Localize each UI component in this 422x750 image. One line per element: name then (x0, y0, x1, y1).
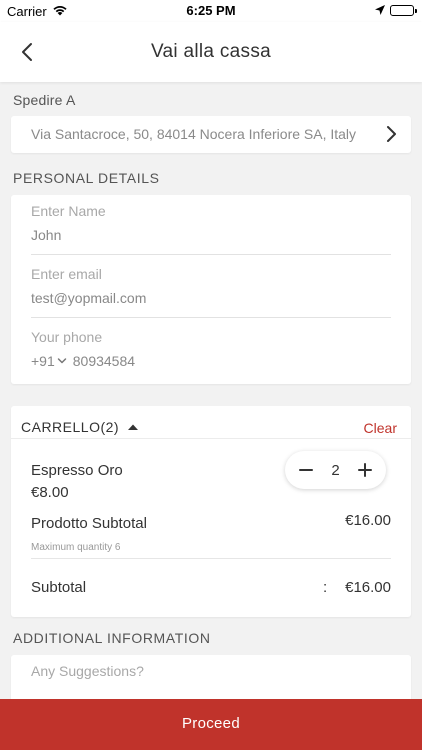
suggestions-field[interactable]: Any Suggestions? (11, 655, 411, 705)
battery-icon (390, 5, 417, 16)
increase-quantity-button[interactable] (354, 458, 376, 482)
personal-details-form: Enter Name John Enter email test@yopmail… (11, 195, 411, 384)
chevron-right-icon (385, 125, 397, 148)
phone-field[interactable]: Your phone +91 80934584 (31, 325, 391, 381)
clear-cart-button[interactable]: Clear (364, 420, 397, 436)
subtotal-value: €16.00 (345, 579, 391, 596)
subtotal-label: Subtotal (31, 579, 87, 596)
item-name: Espresso Oro (31, 462, 123, 479)
status-bar: Carrier 6:25 PM (0, 0, 422, 22)
clock: 6:25 PM (186, 3, 236, 18)
country-code-selector[interactable]: +91 (31, 353, 67, 369)
cart-header: CARRELLO(2) Clear (11, 406, 411, 439)
phone-row: +91 80934584 (31, 353, 135, 369)
navigation-bar: Vai alla cassa (0, 22, 422, 82)
field-divider (31, 254, 391, 255)
additional-information-heading: ADDITIONAL INFORMATION (13, 630, 211, 646)
subtotal-separator: : (323, 579, 328, 596)
phone-placeholder: Your phone (31, 329, 103, 345)
email-placeholder: Enter email (31, 266, 102, 282)
proceed-button[interactable]: Proceed (0, 699, 422, 750)
name-field[interactable]: Enter Name John (31, 199, 391, 255)
page-title: Vai alla cassa (150, 41, 272, 62)
caret-up-icon (128, 424, 139, 430)
divider (31, 558, 391, 559)
cart-card: CARRELLO(2) Clear Espresso Oro €8.00 2 P… (11, 406, 411, 617)
cart-title: CARRELLO(2) (21, 419, 120, 435)
quantity-stepper: 2 (285, 451, 386, 489)
email-field[interactable]: Enter email test@yopmail.com (31, 262, 391, 318)
product-subtotal-label: Prodotto Subtotal (31, 515, 147, 532)
item-price: €8.00 (31, 484, 69, 501)
plus-icon (358, 463, 372, 477)
email-value[interactable]: test@yopmail.com (31, 290, 146, 306)
shipping-address: Via Santacroce, 50, 84014 Nocera Inferio… (31, 126, 357, 142)
phone-number[interactable]: 80934584 (73, 353, 135, 369)
name-value[interactable]: John (31, 227, 61, 243)
product-subtotal-value: €16.00 (345, 512, 391, 529)
suggestions-placeholder: Any Suggestions? (31, 663, 144, 679)
location-arrow-icon (374, 4, 386, 19)
chevron-down-icon (57, 358, 66, 364)
country-code: +91 (31, 353, 55, 369)
ship-to-label: Spedire A (13, 92, 76, 108)
personal-details-heading: PERSONAL DETAILS (13, 170, 160, 186)
address-selector[interactable]: Via Santacroce, 50, 84014 Nocera Inferio… (11, 116, 411, 153)
max-quantity-note: Maximum quantity 6 (31, 542, 121, 553)
field-divider (31, 317, 391, 318)
cart-toggle[interactable]: CARRELLO(2) (21, 419, 139, 435)
name-placeholder: Enter Name (31, 203, 106, 219)
